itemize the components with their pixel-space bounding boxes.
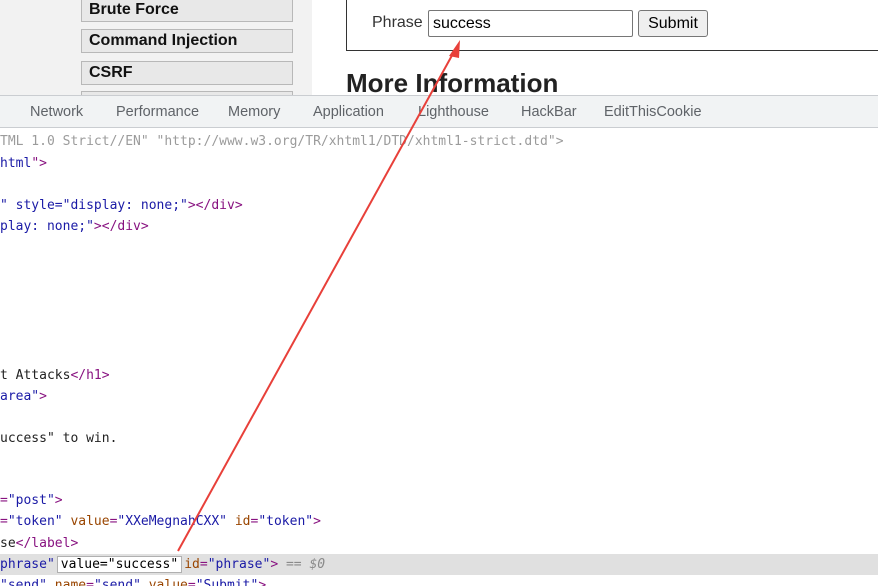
token-id-attr: id (234, 514, 251, 529)
code-line-submit-input[interactable]: "send" name="send" value="Submit"> (0, 575, 878, 586)
phrase-id-value: phrase" (0, 557, 55, 572)
tab-application[interactable]: Application (313, 104, 384, 120)
phrase-label: Phrase (372, 14, 423, 31)
phrase-id-attr-value: "phrase" (207, 557, 271, 572)
code-line-phrase-input-selected[interactable]: phrase" value="success" id="phrase"> == $0 (0, 554, 878, 575)
form-method-value: "post" (7, 493, 55, 508)
label-text: se (0, 536, 16, 551)
h1-text: t Attacks (0, 368, 71, 383)
h1-close: </h1> (70, 368, 110, 383)
tab-editthiscookie[interactable]: EditThisCookie (604, 104, 702, 120)
tab-hackbar[interactable]: HackBar (521, 104, 577, 120)
code-line-html[interactable]: html"> (0, 153, 878, 174)
menu-item-brute-force[interactable]: Brute Force (81, 0, 293, 22)
token-value: "XXeMegnahCXX" (117, 514, 227, 529)
doctype-text: TML 1.0 Strict//EN" "http://www.w3.org/T… (0, 134, 564, 149)
label-close: </label> (15, 536, 79, 551)
html-attr-value: html (0, 156, 32, 171)
phrase-input-close: > (270, 557, 279, 572)
submit-value-attr: value (148, 578, 188, 586)
phrase-input[interactable] (428, 10, 633, 37)
code-line-h1[interactable]: t Attacks</h1> (0, 365, 878, 386)
tab-network[interactable]: Network (30, 104, 83, 120)
code-line-instruction[interactable]: uccess" to win. (0, 428, 878, 449)
code-line-label[interactable]: se</label> (0, 533, 878, 554)
selected-node-marker: == $0 (285, 557, 326, 572)
instruction-text: uccess" to win. (0, 431, 118, 446)
submit-name-attr: name (54, 578, 87, 586)
menu-item-command-injection[interactable]: Command Injection (81, 29, 293, 53)
div1-close: ></div> (187, 198, 243, 213)
page-left-margin (0, 0, 62, 95)
tab-performance[interactable]: Performance (116, 104, 199, 120)
token-id-value: "token" (258, 514, 314, 529)
div2-close: ></div> (93, 219, 149, 234)
div2-style-value: play: none;" (0, 219, 94, 234)
more-information-heading: More Information (346, 68, 559, 95)
area-attr-value: area" (0, 389, 40, 404)
submit-value-value: "Submit" (195, 578, 259, 586)
submit-button[interactable]: Submit (638, 10, 708, 37)
code-line-form[interactable]: ="post"> (0, 490, 878, 511)
tab-memory[interactable]: Memory (228, 104, 280, 120)
tab-lighthouse[interactable]: Lighthouse (418, 104, 489, 120)
submit-name-value: "send" (93, 578, 141, 586)
submit-type-value: "send" (0, 578, 47, 586)
phrase-id-attr: id (184, 557, 200, 572)
vulnerability-menu: Brute Force Command Injection CSRF (62, 0, 312, 95)
webpage-viewport: Brute Force Command Injection CSRF Phras… (0, 0, 878, 95)
div1-style-value: "display: none;" (62, 198, 188, 213)
div1-attr: " style= (0, 198, 63, 213)
token-value-attr: value (70, 514, 110, 529)
code-line-div-hidden-1[interactable]: " style="display: none;"></div> (0, 195, 878, 216)
devtools-tab-bar: Network Performance Memory Application L… (0, 95, 878, 128)
elements-panel: TML 1.0 Strict//EN" "http://www.w3.org/T… (0, 128, 878, 586)
page-gap (312, 0, 346, 95)
menu-item-csrf[interactable]: CSRF (81, 61, 293, 85)
token-eq: = (0, 514, 8, 529)
code-line-div-hidden-2[interactable]: play: none;"></div> (0, 216, 878, 237)
code-line-doctype[interactable]: TML 1.0 Strict//EN" "http://www.w3.org/T… (0, 131, 878, 152)
token-name-value: "token" (7, 514, 63, 529)
attribute-edit-box[interactable]: value="success" (56, 556, 183, 573)
code-line-token-input[interactable]: ="token" value="XXeMegnahCXX" id="token"… (0, 511, 878, 532)
code-line-area[interactable]: area"> (0, 386, 878, 407)
